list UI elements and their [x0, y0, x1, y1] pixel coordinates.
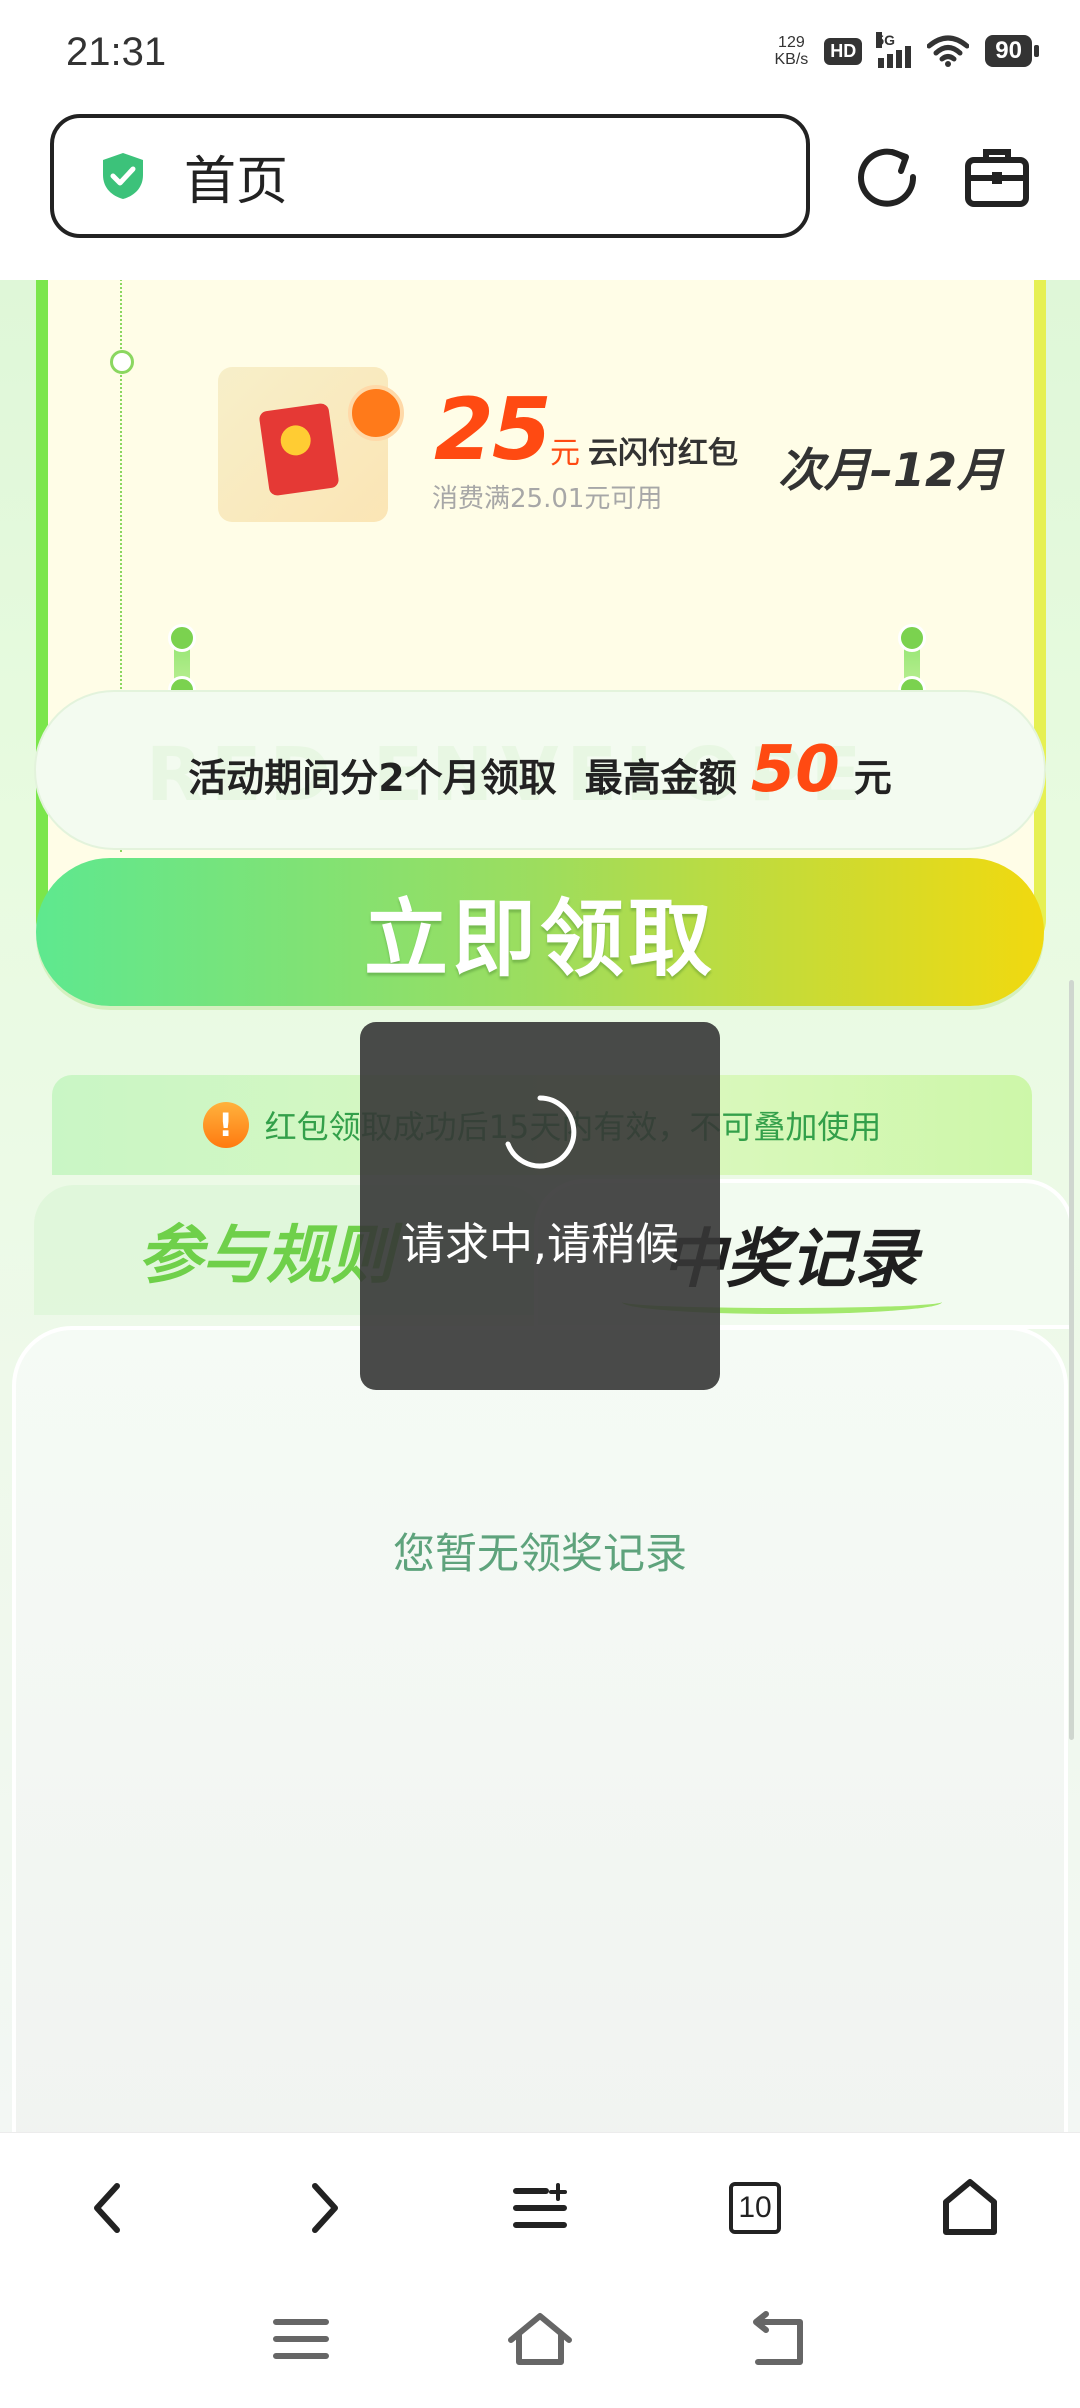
status-bar: 21:31 129 KB/s HD 5G 90 — [0, 0, 1080, 110]
warning-icon: ! — [202, 1102, 249, 1148]
info-text: 活动期间分2个月领取 最高金额 50 元 — [188, 733, 892, 807]
network-type-label: 5G — [876, 32, 895, 48]
menu-button[interactable] — [505, 2173, 575, 2243]
envelope-icon — [258, 402, 340, 497]
signal-icon: 5G — [876, 32, 912, 68]
back-button[interactable] — [72, 2173, 142, 2243]
info-max-label: 最高金额 — [584, 756, 737, 800]
home-icon — [943, 2179, 997, 2235]
timeline-dot — [110, 350, 134, 374]
card-pin-right — [898, 624, 926, 704]
system-navigation-bar — [0, 2278, 1080, 2408]
tabs-button[interactable]: 10 — [720, 2173, 790, 2243]
red-envelope-image — [218, 367, 404, 522]
info-max-value: 50 — [750, 733, 840, 807]
voucher-period: 次月–12月 — [778, 434, 1003, 500]
status-time: 21:31 — [66, 30, 167, 74]
toolbox-icon[interactable] — [960, 140, 1034, 214]
voucher-unit: 元 — [550, 436, 580, 471]
voucher-card: 25 元 云闪付红包 消费满25.01元可用 次月–12月 — [36, 280, 1046, 952]
home-button[interactable] — [935, 2173, 1005, 2243]
status-icons: 129 KB/s HD 5G 90 — [774, 32, 1039, 68]
browser-bottom-bar: 10 — [0, 2132, 1080, 2279]
loading-toast: 请求中,请稍候 — [360, 1022, 720, 1390]
spinner-icon — [505, 1095, 577, 1169]
shield-check-icon — [103, 153, 143, 199]
claim-button-label: 立即领取 — [363, 889, 716, 988]
chevron-left-icon — [94, 2183, 120, 2233]
forward-button[interactable] — [290, 2173, 360, 2243]
hd-icon: HD — [824, 37, 863, 65]
menu-icon — [513, 2183, 567, 2228]
voucher-label: 云闪付红包 — [588, 436, 738, 471]
address-text: 首页 — [184, 151, 289, 212]
battery-icon: 90 — [985, 35, 1039, 67]
wifi-icon — [927, 35, 970, 67]
refresh-icon[interactable] — [850, 140, 924, 214]
clock-icon — [348, 385, 404, 441]
claim-now-button[interactable]: 立即领取 — [36, 858, 1044, 1006]
system-home-icon[interactable] — [505, 2304, 575, 2374]
activity-info: RED ENVELOPE 活动期间分2个月领取 最高金额 50 元 — [34, 690, 1046, 850]
info-max-unit: 元 — [853, 756, 892, 800]
voucher-amount: 25 — [434, 380, 552, 480]
card-pin-left — [168, 624, 196, 704]
voucher-condition: 消费满25.01元可用 — [432, 484, 663, 514]
chevron-right-icon — [312, 2183, 338, 2233]
records-panel — [12, 1326, 1068, 2132]
recent-apps-icon[interactable] — [266, 2304, 336, 2374]
scrollbar[interactable] — [1069, 980, 1074, 1740]
address-bar[interactable]: 首页 — [50, 114, 810, 238]
info-period-text: 活动期间分2个月领取 — [188, 756, 557, 800]
system-back-icon[interactable] — [744, 2304, 814, 2374]
network-speed: 129 KB/s — [774, 34, 809, 68]
tabs-count: 10 — [729, 2182, 781, 2234]
records-empty-text: 您暂无领奖记录 — [392, 1529, 687, 1578]
tab-rules-label: 参与规则 — [138, 1219, 394, 1293]
loading-text: 请求中,请稍候 — [401, 1219, 679, 1270]
browser-toolbar: 首页 — [0, 110, 1080, 281]
